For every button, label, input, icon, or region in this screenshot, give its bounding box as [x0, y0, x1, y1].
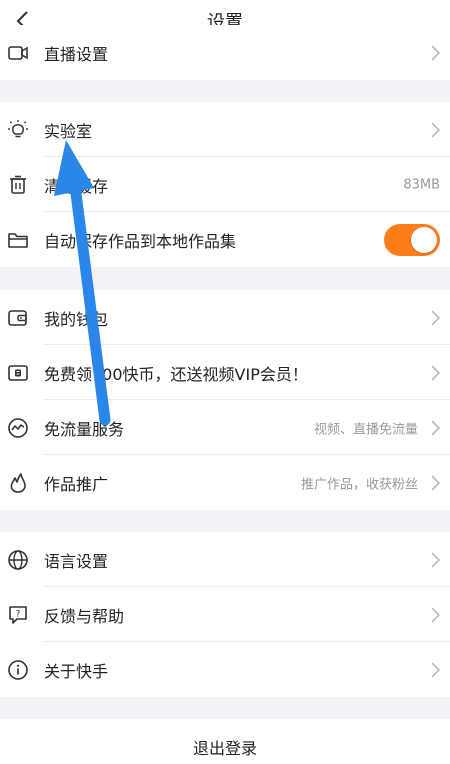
auto-save-toggle[interactable] — [384, 223, 440, 256]
globe-icon — [6, 548, 30, 572]
chevron-right-icon — [431, 474, 441, 491]
settings-group-general: 语言设置 ? 反馈与帮助 关于快手 — [0, 532, 450, 697]
settings-group-wallet: 我的钱包 免费领700快币，还送视频VIP会员！ 免流量服务 视频、直播免流量 … — [0, 290, 450, 510]
settings-row-free-data[interactable]: 免流量服务 视频、直播免流量 — [0, 400, 450, 455]
lightbulb-icon — [6, 118, 30, 142]
settings-row-label: 直播设置 — [44, 44, 109, 64]
settings-row-auto-save: 自动保存作品到本地作品集 — [0, 212, 450, 267]
settings-row-label: 我的钱包 — [44, 309, 109, 329]
settings-row-label: 实验室 — [44, 121, 93, 141]
toggle-knob — [411, 226, 437, 253]
chevron-right-icon — [431, 44, 441, 61]
settings-row-live[interactable]: 直播设置 — [0, 25, 450, 80]
video-camera-icon — [6, 41, 30, 65]
settings-row-feedback[interactable]: ? 反馈与帮助 — [0, 587, 450, 642]
data-traffic-icon — [6, 416, 30, 440]
promote-value: 推广作品，收获粉丝 — [300, 477, 418, 492]
chevron-right-icon — [431, 121, 441, 138]
settings-row-label: 免费领700快币，还送视频VIP会员！ — [44, 364, 308, 384]
logout-button[interactable]: 退出登录 — [0, 719, 450, 764]
info-icon — [6, 658, 30, 682]
settings-row-about[interactable]: 关于快手 — [0, 642, 450, 697]
settings-row-promote[interactable]: 作品推广 推广作品，收获粉丝 — [0, 455, 450, 510]
coupon-icon — [6, 361, 30, 385]
chevron-right-icon — [431, 309, 441, 326]
chevron-right-icon — [431, 364, 441, 381]
flame-icon — [6, 471, 30, 495]
settings-group-tools: 实验室 清除缓存 83MB 自动保存作品到本地作品集 — [0, 102, 450, 267]
settings-row-label: 免流量服务 — [44, 419, 125, 439]
cache-size-value: 83MB — [403, 177, 440, 192]
settings-page: 设置 直播设置 实验室 清除缓存 83MB 自动保存作品到本地作品集 我的钱包 … — [0, 0, 450, 764]
svg-text:?: ? — [16, 609, 21, 619]
chevron-right-icon — [431, 606, 441, 623]
settings-row-label: 作品推广 — [44, 474, 109, 494]
settings-row-language[interactable]: 语言设置 — [0, 532, 450, 587]
chevron-right-icon — [431, 551, 441, 568]
settings-row-lab[interactable]: 实验室 — [0, 102, 450, 157]
settings-row-free-coins[interactable]: 免费领700快币，还送视频VIP会员！ — [0, 345, 450, 400]
settings-row-label: 清除缓存 — [44, 176, 109, 196]
settings-row-wallet[interactable]: 我的钱包 — [0, 290, 450, 345]
settings-row-label: 语言设置 — [44, 551, 109, 571]
settings-row-clear-cache[interactable]: 清除缓存 83MB — [0, 157, 450, 212]
trash-icon — [6, 173, 30, 197]
help-chat-icon: ? — [6, 603, 30, 627]
wallet-icon — [6, 306, 30, 330]
folder-icon — [6, 228, 30, 252]
free-data-value: 视频、直播免流量 — [313, 422, 418, 437]
settings-group-live: 直播设置 — [0, 25, 450, 80]
settings-row-label: 自动保存作品到本地作品集 — [44, 231, 237, 251]
settings-row-label: 反馈与帮助 — [44, 606, 125, 626]
chevron-right-icon — [431, 661, 441, 678]
settings-row-label: 关于快手 — [44, 661, 109, 681]
chevron-right-icon — [431, 419, 441, 436]
